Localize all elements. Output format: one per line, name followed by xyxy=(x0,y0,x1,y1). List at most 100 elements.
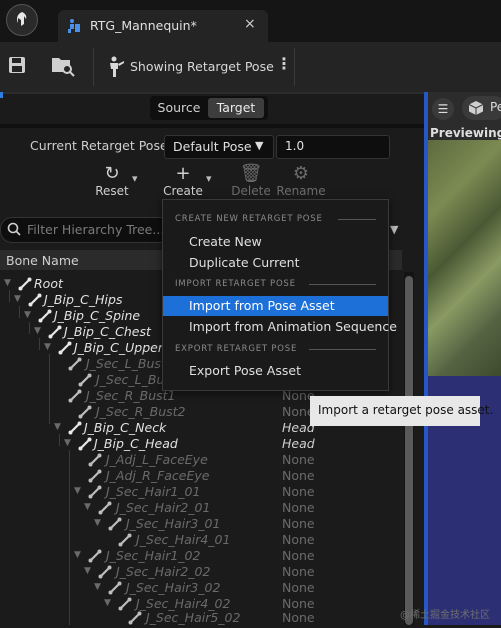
menu-divider xyxy=(309,349,376,350)
retargeter-icon xyxy=(66,18,82,37)
chevron-down-icon[interactable]: ▼ xyxy=(390,223,398,236)
bone-row[interactable]: J_Sec_Hair4_01 None xyxy=(0,532,400,548)
bone-row[interactable]: ▼ J_Sec_Hair1_01 None xyxy=(0,484,400,500)
show-retarget-pose-label: Showing Retarget Pose xyxy=(130,59,274,74)
bone-name: J_Sec_Hair5_02 xyxy=(146,610,241,625)
expand-arrow-icon[interactable]: ▼ xyxy=(54,422,61,432)
reset-label: Reset xyxy=(95,184,129,198)
bone-row[interactable]: ▼ J_Sec_Hair3_02 None xyxy=(0,580,400,596)
bone-name: J_Bip_C_Chest xyxy=(64,324,151,339)
rename-label: Rename xyxy=(276,184,326,198)
bone-name: J_Sec_Hair2_02 xyxy=(116,564,211,579)
menu-section-create: CREATE NEW RETARGET POSE xyxy=(175,214,323,224)
bone-icon xyxy=(128,611,142,628)
expand-arrow-icon[interactable]: ▼ xyxy=(74,486,81,496)
menu-section-import: IMPORT RETARGET POSE xyxy=(175,279,296,289)
panel-top-border xyxy=(0,92,424,94)
expand-arrow-icon[interactable]: ▼ xyxy=(84,566,91,576)
perspective-button[interactable]: Pe xyxy=(462,96,501,120)
menu-item-import-pose-asset[interactable]: Import from Pose Asset xyxy=(163,296,388,316)
expand-arrow-icon[interactable]: ▼ xyxy=(44,342,51,352)
create-dropdown-menu: CREATE NEW RETARGET POSE Create New Dupl… xyxy=(162,199,397,391)
unreal-logo-icon[interactable] xyxy=(6,4,38,36)
document-tab[interactable]: RTG_Mannequin* × xyxy=(58,10,268,42)
expand-arrow-icon[interactable]: ▼ xyxy=(74,550,81,560)
menu-item-label: Import from Pose Asset xyxy=(189,298,335,313)
save-icon xyxy=(9,57,25,73)
title-bar: RTG_Mannequin* × xyxy=(0,0,501,42)
bone-name: J_Bip_C_UpperChest xyxy=(74,340,162,355)
reset-button[interactable]: ↻ Reset xyxy=(88,164,136,202)
plus-icon: + xyxy=(175,163,191,184)
menu-item-create-new[interactable]: Create New xyxy=(163,232,388,252)
retarget-chain-value: None xyxy=(282,516,315,531)
show-retarget-pose-toggle[interactable]: Showing Retarget Pose xyxy=(104,52,274,82)
retarget-chain-value: None xyxy=(282,468,315,483)
expand-arrow-icon[interactable]: ▼ xyxy=(94,518,101,528)
menu-divider xyxy=(309,284,376,285)
bone-row[interactable]: J_Sec_L_Bust2 xyxy=(0,372,162,388)
mannequin-pose-icon xyxy=(106,56,126,81)
viewport-edge xyxy=(424,92,428,625)
tooltip-text: Import a retarget pose asset. xyxy=(318,403,494,417)
expand-arrow-icon[interactable]: ▼ xyxy=(4,278,11,288)
bone-name: J_Sec_Hair1_01 xyxy=(106,484,201,499)
bone-name: J_Bip_C_Neck xyxy=(84,420,167,435)
reset-icon: ↻ xyxy=(104,163,120,184)
retarget-chain-value: None xyxy=(282,610,315,625)
bone-name-column-header[interactable]: Bone Name xyxy=(6,253,79,268)
chevron-down-icon: ▼ xyxy=(255,139,264,152)
bone-row[interactable]: J_Sec_Hair5_02 None xyxy=(0,610,400,626)
expand-arrow-icon[interactable]: ▼ xyxy=(34,326,41,336)
viewport-menu-button[interactable]: ☰ xyxy=(432,98,454,120)
expand-arrow-icon[interactable]: ▼ xyxy=(24,310,31,320)
menu-item-export-pose-asset[interactable]: Export Pose Asset xyxy=(163,361,388,381)
source-button[interactable]: Source xyxy=(154,99,204,117)
trash-icon: 🗑 xyxy=(239,163,263,184)
toolbar-separator xyxy=(93,48,94,86)
bone-row[interactable]: J_Sec_L_Bust1 xyxy=(0,356,162,372)
expand-arrow-icon[interactable]: ▼ xyxy=(104,598,111,608)
document-tab-title: RTG_Mannequin* xyxy=(90,18,197,33)
create-button[interactable]: + Create xyxy=(160,164,206,202)
bone-row[interactable]: ▼ J_Bip_C_UpperChest xyxy=(0,340,162,356)
current-retarget-pose-dropdown[interactable]: Default Pose ▼ xyxy=(164,135,274,159)
expand-arrow-icon[interactable]: ▼ xyxy=(64,438,71,448)
pose-blend-field[interactable]: 1.0 xyxy=(276,135,390,159)
cube-icon xyxy=(468,100,484,119)
delete-button[interactable]: 🗑 Delete xyxy=(228,164,274,202)
bone-row[interactable]: ▼ J_Sec_Hair2_02 None xyxy=(0,564,400,580)
rename-button[interactable]: ⚙ Rename xyxy=(274,164,328,202)
retarget-chain-value: None xyxy=(282,564,315,579)
browse-to-asset-button[interactable] xyxy=(50,54,76,78)
create-options-chevron-icon[interactable]: ▾ xyxy=(206,172,212,185)
bone-row[interactable]: ▼ J_Sec_Hair1_02 None xyxy=(0,548,400,564)
retarget-chain-value: Head xyxy=(282,436,315,451)
toolbar: Showing Retarget Pose ⋮ xyxy=(0,42,501,93)
expand-arrow-icon[interactable]: ▼ xyxy=(14,294,21,304)
more-options-icon[interactable]: ⋮ xyxy=(276,54,292,73)
expand-arrow-icon[interactable]: ▼ xyxy=(94,582,101,592)
menu-item-duplicate-current[interactable]: Duplicate Current xyxy=(163,253,388,273)
bone-row[interactable]: J_Adj_R_FaceEye None xyxy=(0,468,400,484)
bone-row[interactable]: ▼ J_Bip_C_Head Head xyxy=(0,436,400,452)
filter-hierarchy-input[interactable]: Filter Hierarchy Tree... xyxy=(0,217,174,243)
bone-row[interactable]: ▼ J_Sec_Hair2_01 None xyxy=(0,500,400,516)
bone-name: J_Sec_Hair2_01 xyxy=(116,500,211,515)
previewing-label: Previewing R xyxy=(430,126,501,140)
bone-name: J_Sec_L_Bust2 xyxy=(96,372,162,387)
watermark: @稀土掘金技术社区 xyxy=(400,610,490,621)
reset-options-chevron-icon[interactable]: ▾ xyxy=(132,172,138,185)
target-button[interactable]: Target xyxy=(208,98,264,118)
close-tab-button[interactable]: × xyxy=(244,16,256,32)
expand-arrow-icon[interactable]: ▼ xyxy=(84,502,91,512)
menu-item-import-animation[interactable]: Import from Animation Sequence xyxy=(163,317,397,337)
scrollbar-thumb[interactable] xyxy=(405,276,413,625)
bone-row[interactable]: ▼ J_Sec_Hair3_01 None xyxy=(0,516,400,532)
menu-item-label: Create New xyxy=(189,234,262,249)
bone-icon xyxy=(78,373,92,388)
panel-focus-marker xyxy=(0,92,3,98)
menu-item-label: Duplicate Current xyxy=(189,255,300,270)
save-button[interactable] xyxy=(8,56,28,76)
bone-row[interactable]: J_Adj_L_FaceEye None xyxy=(0,452,400,468)
